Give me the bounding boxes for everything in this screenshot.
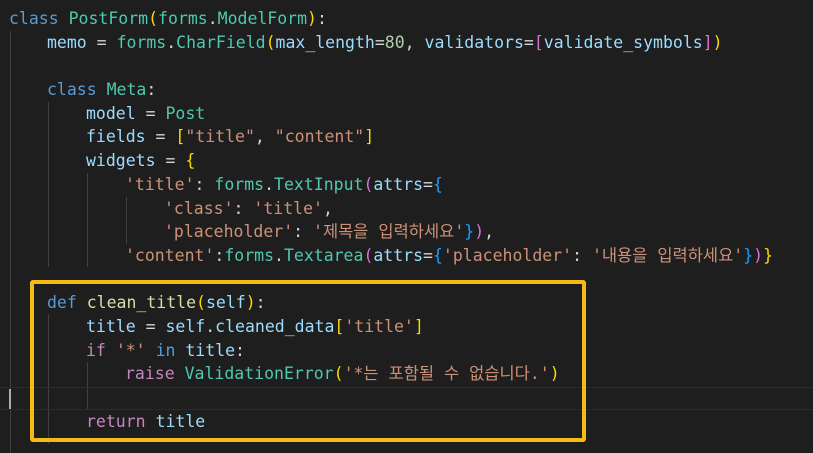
module-name: forms xyxy=(116,33,167,52)
string: '제목을 입력하세요' xyxy=(313,222,465,241)
bracket: [ xyxy=(533,33,544,52)
operator: = xyxy=(86,33,117,52)
operator: = xyxy=(145,127,176,146)
paren: ( xyxy=(265,33,276,52)
string: 'content' xyxy=(125,246,215,265)
paren: ) xyxy=(474,222,485,241)
colon: : xyxy=(233,199,254,218)
operator: = xyxy=(135,104,166,123)
string: "title" xyxy=(185,127,255,146)
brace: } xyxy=(763,246,773,265)
brace: } xyxy=(743,246,754,265)
colon: : xyxy=(146,80,157,99)
string: '내용을 입력하세요' xyxy=(591,246,744,265)
paren: ( xyxy=(363,246,374,265)
colon: : xyxy=(293,222,314,241)
string: 'class' xyxy=(164,199,234,218)
variable: fields xyxy=(86,127,146,146)
class-name: TextInput xyxy=(274,175,364,194)
colon: : xyxy=(214,246,225,265)
code-line-8[interactable]: 'class': 'title', xyxy=(164,197,333,221)
operator: = xyxy=(423,246,433,265)
argument: attrs xyxy=(373,175,424,194)
class-name: Textarea xyxy=(283,246,364,265)
colon: : xyxy=(194,175,215,194)
class-name: PostForm xyxy=(68,9,149,28)
brace: { xyxy=(185,151,196,170)
code-line-3[interactable]: class Meta: xyxy=(47,78,156,102)
bracket: ] xyxy=(364,127,375,146)
operator: = xyxy=(523,33,534,52)
brace: { xyxy=(432,246,443,265)
comma: , xyxy=(484,222,495,241)
string: 'placeholder' xyxy=(164,222,294,241)
keyword: class xyxy=(47,80,97,99)
brace: } xyxy=(464,222,475,241)
operator: = xyxy=(155,151,186,170)
dot: . xyxy=(166,33,177,52)
module-name: forms xyxy=(224,246,275,265)
colon: : xyxy=(572,246,592,265)
comma: , xyxy=(404,33,425,52)
highlight-annotation-box xyxy=(30,280,586,442)
string: 'title' xyxy=(253,199,323,218)
module-name: forms xyxy=(214,175,265,194)
code-line-2[interactable]: memo = forms.CharField(max_length=80, va… xyxy=(47,31,723,55)
variable: widgets xyxy=(86,151,156,170)
string: 'title' xyxy=(125,175,195,194)
module-name: forms xyxy=(158,9,208,28)
argument: validators xyxy=(424,33,524,52)
indent-guide xyxy=(87,173,88,267)
comma: , xyxy=(254,127,275,146)
string: 'placeholder' xyxy=(442,246,573,265)
indent-guide xyxy=(126,197,127,244)
base-class: ModelForm xyxy=(217,9,308,28)
code-line-10[interactable]: 'content':forms.Textarea(attrs={'placeho… xyxy=(125,244,773,268)
comma: , xyxy=(322,199,333,218)
colon: : xyxy=(316,9,327,28)
identifier: validate_symbols xyxy=(543,33,703,52)
indent-guide xyxy=(48,102,49,267)
paren: ) xyxy=(307,9,317,28)
dot: . xyxy=(274,246,284,265)
brace: { xyxy=(432,175,443,194)
operator: = xyxy=(423,175,433,194)
code-editor[interactable]: class PostForm(forms.ModelForm): memo = … xyxy=(0,0,813,453)
class-name: CharField xyxy=(176,33,266,52)
number: 80 xyxy=(384,33,405,52)
operator: = xyxy=(374,33,385,52)
code-line-4[interactable]: model = Post xyxy=(86,102,205,126)
code-line-6[interactable]: widgets = { xyxy=(86,149,195,173)
bracket: [ xyxy=(175,127,186,146)
class-name: Meta xyxy=(106,80,147,99)
dot: . xyxy=(207,9,218,28)
variable: memo xyxy=(47,33,87,52)
variable: model xyxy=(86,104,136,123)
paren: ) xyxy=(753,246,764,265)
keyword: class xyxy=(9,9,59,28)
argument: max_length xyxy=(275,33,375,52)
code-line-7[interactable]: 'title': forms.TextInput(attrs={ xyxy=(125,173,443,197)
string: "content" xyxy=(274,127,365,146)
paren: ( xyxy=(363,175,374,194)
paren: ( xyxy=(148,9,159,28)
code-line-9[interactable]: 'placeholder': '제목을 입력하세요'}), xyxy=(164,220,494,244)
code-line-5[interactable]: fields = ["title", "content"] xyxy=(86,125,374,149)
paren: ) xyxy=(712,33,723,52)
dot: . xyxy=(264,175,275,194)
argument: attrs xyxy=(373,246,424,265)
code-line-1[interactable]: class PostForm(forms.ModelForm): xyxy=(9,7,327,31)
bracket: ] xyxy=(702,33,713,52)
class-name: Post xyxy=(165,104,206,123)
text-cursor xyxy=(9,389,11,409)
